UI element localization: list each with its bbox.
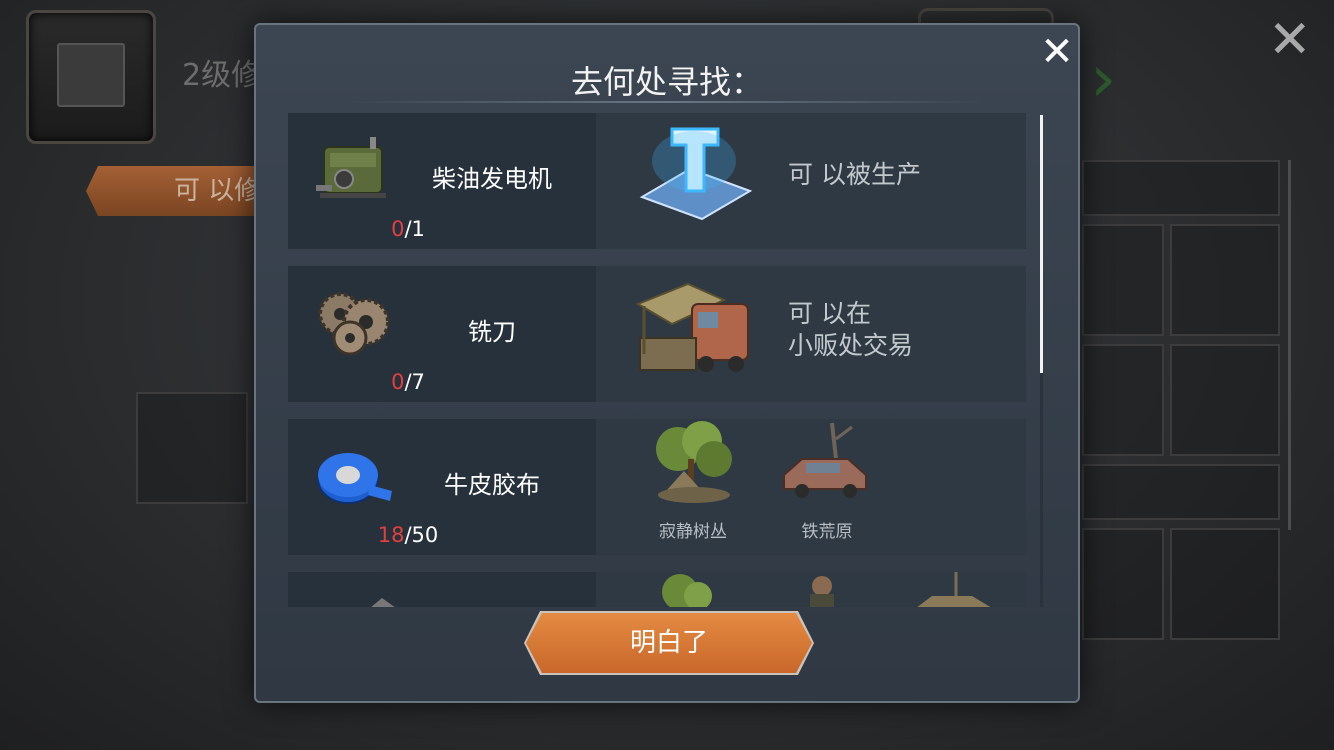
workbench-thumbnail <box>26 10 156 144</box>
location-iron-wasteland[interactable]: 铁荒原 <box>772 419 882 542</box>
title-divider <box>352 101 982 103</box>
item-list[interactable]: 柴油发电机 0/1 可 以被生产 铣刀 0/7 可 以在 小贩处交易 牛皮胶布 … <box>288 113 1028 607</box>
background-slot <box>1082 224 1164 336</box>
survivor-icon <box>810 576 834 607</box>
chevron-right-icon: › <box>1090 40 1117 117</box>
background-slot <box>1170 224 1280 336</box>
dialog-title: 去何处寻找： <box>570 63 763 101</box>
background-slot <box>1082 464 1280 520</box>
background-slot <box>136 392 248 504</box>
item-count: 0/1 <box>348 217 468 241</box>
list-item[interactable] <box>288 572 1026 607</box>
background-divider <box>1288 160 1291 530</box>
item-count: 18/50 <box>348 523 468 547</box>
confirm-button[interactable]: 明白了 <box>526 613 812 673</box>
wrecked-car-icon <box>783 422 867 498</box>
where-to-find-dialog: 去何处寻找： ✕ 柴油发电机 0/1 可 以被生产 铣刀 0/7 可 以在 小贩… <box>254 23 1080 703</box>
item-name: 牛皮胶布 <box>444 471 540 499</box>
item-info: 牛皮胶布 18/50 <box>288 419 596 555</box>
list-item[interactable]: 牛皮胶布 18/50 寂静树丛 铁荒原 <box>288 419 1026 555</box>
wasteland-icon <box>917 572 991 607</box>
item-have-count: 0 <box>391 370 405 394</box>
location-label: 寂静树丛 <box>659 522 727 542</box>
item-count: 0/7 <box>348 370 468 394</box>
generator-icon <box>316 137 386 198</box>
item-source[interactable]: 可 以被生产 <box>596 113 1026 249</box>
location-label: 铁荒原 <box>801 522 853 542</box>
background-close-icon: ✕ <box>1268 10 1312 70</box>
source-text: 可 以被生产 <box>788 160 921 189</box>
item-need-count: /7 <box>404 370 425 394</box>
forest-camp-icon <box>656 421 732 503</box>
item-info <box>288 572 596 607</box>
item-have-count: 18 <box>377 523 405 547</box>
item-info: 铣刀 0/7 <box>288 266 596 402</box>
item-have-count: 0 <box>391 217 405 241</box>
trader-stall-icon <box>635 282 749 372</box>
background-slot <box>1082 528 1164 640</box>
item-name: 铣刀 <box>468 318 516 346</box>
scrollbar-thumb[interactable] <box>1040 115 1043 373</box>
blueprint-icon <box>639 127 753 221</box>
close-icon[interactable]: ✕ <box>1036 31 1078 73</box>
background-title: 2级修 <box>182 58 262 93</box>
background-slot <box>1082 344 1164 456</box>
item-need-count: /50 <box>404 523 439 547</box>
item-locations <box>596 572 1026 607</box>
background-slot <box>1170 528 1280 640</box>
item-info: 柴油发电机 0/1 <box>288 113 596 249</box>
item-icon <box>371 598 395 607</box>
item-source[interactable]: 可 以在 小贩处交易 <box>596 266 1026 402</box>
saw-blades-icon <box>318 292 390 356</box>
background-slot <box>1082 160 1280 216</box>
workbench-icon <box>57 43 125 107</box>
forest-icon <box>662 574 712 607</box>
location-silent-grove[interactable]: 寂静树丛 <box>638 419 748 542</box>
item-name: 柴油发电机 <box>432 165 552 193</box>
item-need-count: /1 <box>404 217 425 241</box>
item-locations: 寂静树丛 铁荒原 <box>596 419 1026 555</box>
background-slot <box>1170 344 1280 456</box>
list-item[interactable]: 铣刀 0/7 可 以在 小贩处交易 <box>288 266 1026 402</box>
blue-tape-icon <box>317 453 392 504</box>
source-text: 可 以在 <box>788 299 871 328</box>
source-text-line2: 小贩处交易 <box>788 331 914 360</box>
list-item[interactable]: 柴油发电机 0/1 可 以被生产 <box>288 113 1026 249</box>
